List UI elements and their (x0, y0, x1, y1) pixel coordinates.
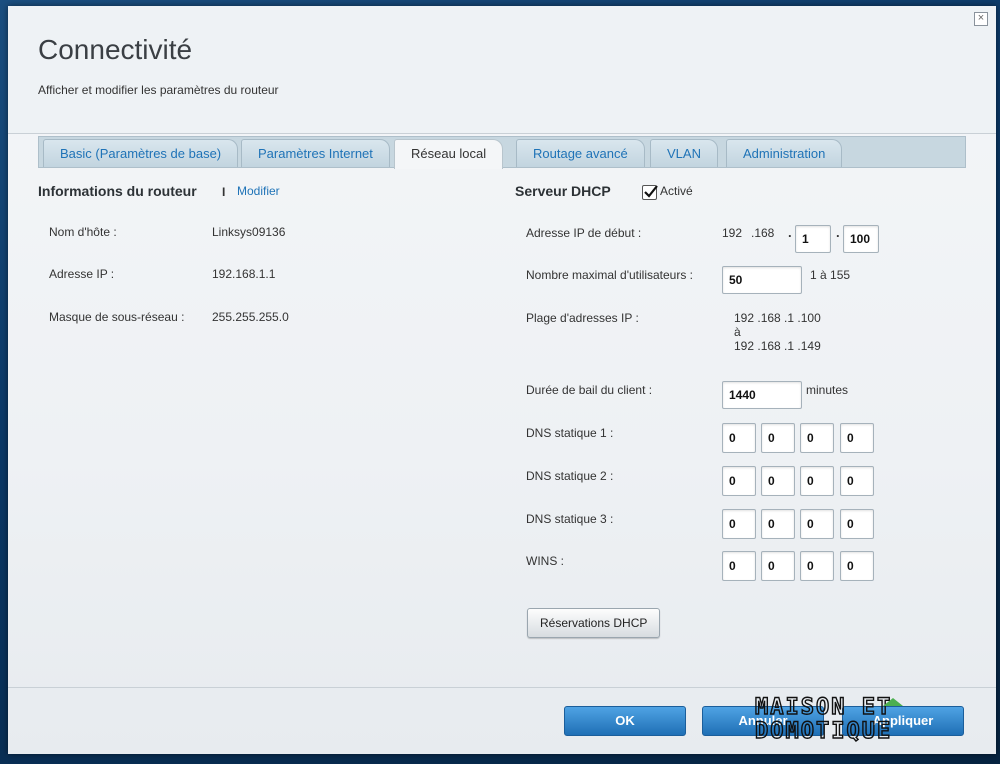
maison-et-domotique-logo: MAISON ET DOMOTIQUE (754, 694, 903, 742)
footer-divider (8, 687, 996, 688)
max-users-input[interactable] (722, 266, 802, 294)
wins-octet3-input[interactable] (800, 551, 834, 581)
ip-dot: . (836, 225, 840, 240)
wins-octet4-input[interactable] (840, 551, 874, 581)
page-subtitle: Afficher et modifier les paramètres du r… (38, 83, 279, 97)
ip-range-to: à (734, 325, 741, 339)
dns1-octet2-input[interactable] (761, 423, 795, 453)
start-ip-octet1: 192 (722, 226, 743, 240)
hostname-value: Linksys09136 (212, 225, 286, 239)
dns1-label: DNS statique 1 : (526, 426, 614, 440)
dns3-octet2-input[interactable] (761, 509, 795, 539)
tab-content: Informations du routeur I Modifier Nom d… (8, 166, 996, 686)
dns2-octet4-input[interactable] (840, 466, 874, 496)
edit-router-link[interactable]: Modifier (237, 184, 280, 198)
tab-advanced-routing[interactable]: Routage avancé (516, 139, 645, 167)
start-ip-octet4-input[interactable] (843, 225, 879, 253)
ip-address-value: 192.168.1.1 (212, 267, 276, 281)
ip-address-label: Adresse IP : (49, 267, 115, 281)
title-separator: I (222, 185, 226, 199)
wins-octet1-input[interactable] (722, 551, 756, 581)
subnet-mask-value: 255.255.255.0 (212, 310, 289, 324)
router-info-title: Informations du routeur (38, 183, 197, 199)
dns2-octet2-input[interactable] (761, 466, 795, 496)
wins-octet2-input[interactable] (761, 551, 795, 581)
hostname-label: Nom d'hôte : (49, 225, 117, 239)
max-users-range: 1 à 155 (810, 268, 851, 282)
close-icon[interactable]: × (974, 12, 988, 26)
dns2-label: DNS statique 2 : (526, 469, 614, 483)
dhcp-enabled-checkbox[interactable] (642, 185, 658, 200)
ip-range-start: 192 .168 .1 .100 (734, 311, 821, 325)
max-users-label: Nombre maximal d'utilisateurs : (526, 268, 694, 282)
subnet-mask-label: Masque de sous-réseau : (49, 310, 185, 324)
watermark-line1: MAISON ET (755, 695, 892, 720)
ip-range-label: Plage d'adresses IP : (526, 311, 639, 325)
dns3-octet3-input[interactable] (800, 509, 834, 539)
tab-local-network[interactable]: Réseau local (394, 139, 504, 169)
tab-internet[interactable]: Paramètres Internet (241, 139, 390, 167)
start-ip-octet2: .168 (751, 226, 775, 240)
ip-dot: . (788, 225, 792, 240)
dns2-octet3-input[interactable] (800, 466, 834, 496)
lease-time-label: Durée de bail du client : (526, 383, 653, 397)
tab-bar: Basic (Paramètres de base) Paramètres In… (38, 136, 966, 169)
dns1-octet3-input[interactable] (800, 423, 834, 453)
tab-administration[interactable]: Administration (726, 139, 843, 167)
dns1-octet1-input[interactable] (722, 423, 756, 453)
connectivity-dialog: Connectivité Afficher et modifier les pa… (8, 6, 996, 754)
checkmark-icon (644, 185, 658, 198)
header-divider (8, 133, 996, 134)
dns2-octet1-input[interactable] (722, 466, 756, 496)
start-ip-label: Adresse IP de début : (526, 226, 642, 240)
dns3-octet4-input[interactable] (840, 509, 874, 539)
tab-basic[interactable]: Basic (Paramètres de base) (43, 139, 239, 167)
ip-range-end: 192 .168 .1 .149 (734, 339, 821, 353)
ok-button[interactable]: OK (564, 706, 686, 736)
watermark-line2: DOMOTIQUE (755, 719, 892, 742)
page-title: Connectivité (38, 34, 193, 65)
tab-vlan[interactable]: VLAN (650, 139, 718, 167)
dns1-octet4-input[interactable] (840, 423, 874, 453)
lease-time-unit: minutes (806, 383, 849, 397)
dialog-header: Connectivité Afficher et modifier les pa… (8, 6, 996, 134)
start-ip-octet3-input[interactable] (795, 225, 831, 253)
dhcp-title: Serveur DHCP (515, 183, 611, 199)
dns3-octet1-input[interactable] (722, 509, 756, 539)
lease-time-input[interactable] (722, 381, 802, 409)
dhcp-enabled-label: Activé (660, 184, 693, 198)
wins-label: WINS : (526, 554, 564, 568)
dhcp-reservations-button[interactable]: Réservations DHCP (527, 608, 661, 638)
dns3-label: DNS statique 3 : (526, 512, 614, 526)
